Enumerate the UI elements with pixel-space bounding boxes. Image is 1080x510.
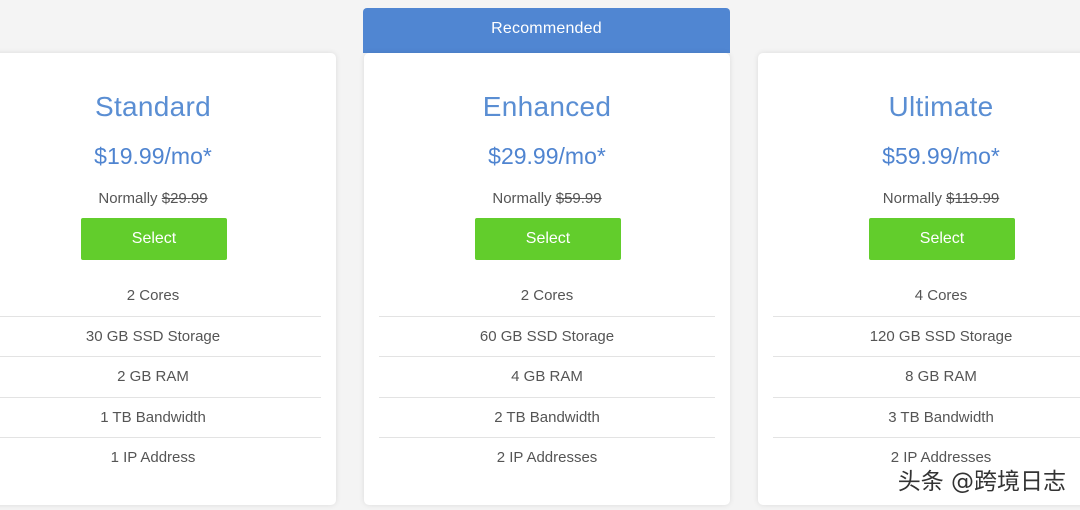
feature-item: 2 TB Bandwidth: [379, 398, 715, 438]
plan-normal-price: Normally $59.99: [364, 190, 730, 207]
plan-name: Enhanced: [482, 91, 612, 122]
plan-normal-price: Normally $29.99: [0, 190, 336, 207]
feature-item: 4 GB RAM: [379, 357, 715, 398]
feature-item: 2 GB RAM: [0, 357, 321, 398]
select-button-enhanced[interactable]: Select: [475, 218, 621, 260]
feature-item: 2 Cores: [379, 276, 715, 317]
normally-label: Normally: [882, 190, 942, 207]
plan-card-enhanced: Enhanced $29.99/mo* Normally $59.99 Sele…: [364, 53, 730, 505]
plan-normal-price: Normally $119.99: [758, 190, 1080, 207]
feature-item: 1 IP Address: [110, 449, 196, 466]
plan-price: $59.99/mo*: [882, 143, 1000, 169]
feature-list: 4 Cores 120 GB SSD Storage 8 GB RAM 3 TB…: [773, 276, 1080, 479]
watermark: 头条 @跨境日志: [897, 469, 1066, 495]
plan-name: Ultimate: [888, 91, 994, 122]
feature-list: 2 Cores 60 GB SSD Storage 4 GB RAM 2 TB …: [379, 276, 715, 479]
original-price: $119.99: [946, 190, 1000, 207]
plan-card-standard: Standard $19.99/mo* Normally $29.99 Sele…: [0, 53, 336, 505]
feature-item: 3 TB Bandwidth: [773, 398, 1080, 438]
recommended-banner: Recommended: [363, 8, 730, 53]
feature-item: 1 TB Bandwidth: [0, 398, 321, 438]
normally-label: Normally: [492, 190, 552, 207]
feature-item: 8 GB RAM: [773, 357, 1080, 398]
plan-price: $29.99/mo*: [488, 143, 606, 169]
select-button-standard[interactable]: Select: [81, 218, 227, 260]
feature-item: 2 Cores: [0, 276, 321, 317]
feature-list: 2 Cores 30 GB SSD Storage 2 GB RAM 1 TB …: [0, 276, 321, 479]
feature-item: 2 IP Addresses: [496, 449, 598, 466]
original-price: $29.99: [161, 190, 208, 207]
feature-item: 120 GB SSD Storage: [773, 317, 1080, 357]
plan-name: Standard: [94, 91, 212, 122]
feature-item: 4 Cores: [773, 276, 1080, 317]
normally-label: Normally: [98, 190, 158, 207]
plan-card-ultimate: Ultimate $59.99/mo* Normally $119.99 Sel…: [758, 53, 1080, 505]
feature-item: 30 GB SSD Storage: [0, 317, 321, 357]
original-price: $59.99: [555, 190, 602, 207]
feature-item: 60 GB SSD Storage: [379, 317, 715, 357]
select-button-ultimate[interactable]: Select: [869, 218, 1015, 260]
plan-price: $19.99/mo*: [94, 143, 212, 169]
